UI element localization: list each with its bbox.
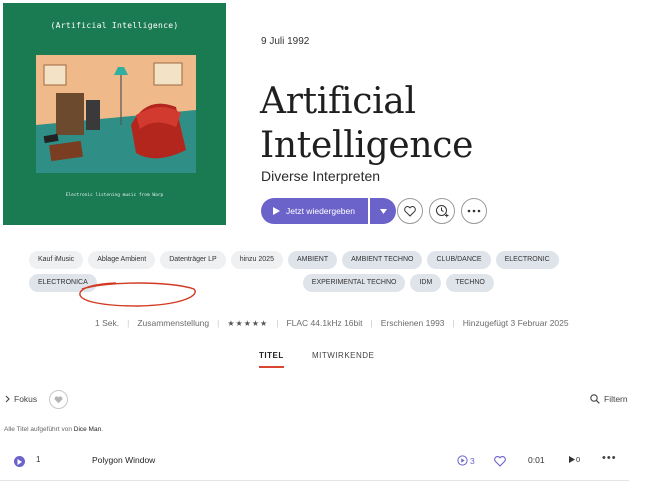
- tag-chip[interactable]: IDM: [410, 274, 442, 292]
- meta-added: Hinzugefügt 3 Februar 2025: [462, 318, 569, 328]
- tag-chip[interactable]: Kauf iMusic: [29, 251, 84, 269]
- album-title-line-1: Artificial: [260, 81, 416, 122]
- focus-favorite-button[interactable]: [49, 390, 68, 409]
- meta-format: FLAC 44.1kHz 16bit: [286, 318, 363, 328]
- play-small-icon: [569, 456, 575, 463]
- clock-add-icon: [436, 205, 449, 218]
- meta-released: Erschienen 1993: [380, 318, 445, 328]
- tag-chip[interactable]: AMBIENT TECHNO: [342, 251, 423, 269]
- track-favorite-button[interactable]: [494, 454, 506, 472]
- favorite-button[interactable]: [397, 198, 423, 224]
- heart-icon: [404, 205, 416, 217]
- tag-chip[interactable]: CLUB/DANCE: [427, 251, 491, 269]
- tag-chip[interactable]: TECHNO: [446, 274, 494, 292]
- annotation-ellipse: [79, 282, 196, 307]
- track-local-plays-value: 0: [576, 455, 581, 464]
- tag-chip[interactable]: EXPERIMENTAL TECHNO: [302, 274, 406, 292]
- tag-chip[interactable]: AMBIENT: [287, 251, 338, 269]
- album-title: Artificial Intelligence: [260, 80, 630, 168]
- play-icon: [273, 207, 280, 215]
- play-button-group: Jetzt wiedergeben: [261, 198, 396, 224]
- tag-chip[interactable]: ELECTRONIC: [495, 251, 559, 269]
- performer-link[interactable]: Dice Man: [74, 426, 101, 433]
- track-play-count[interactable]: 3: [457, 455, 475, 466]
- chevron-down-icon: [379, 208, 387, 214]
- release-date: 9 Juli 1992: [261, 36, 310, 47]
- play-now-button[interactable]: Jetzt wiedergeben: [261, 198, 368, 224]
- album-title-line-2: Intelligence: [260, 125, 474, 166]
- cover-subtitle: Electronic listening music from Warp: [65, 193, 164, 198]
- tag-chip[interactable]: Ablage Ambient: [88, 251, 156, 269]
- play-now-label: Jetzt wiedergeben: [286, 206, 355, 216]
- track-more-button[interactable]: •••: [602, 452, 617, 464]
- tab-mitwirkende[interactable]: MITWIRKENDE: [312, 351, 374, 360]
- album-metadata: 1 Sek. | Zusammenstellung | ★★★★★ | FLAC 44…: [95, 318, 569, 328]
- tag-chip[interactable]: hinzu 2025: [230, 251, 283, 269]
- performer-note-prefix: Alle Titel aufgeführt von: [4, 426, 74, 433]
- more-dots-icon: [467, 209, 481, 213]
- track-local-plays: 0: [569, 455, 580, 464]
- meta-type: Zusammenstellung: [137, 318, 210, 328]
- album-cover[interactable]: (Artificial Intelligence) Electronic lis…: [3, 3, 226, 225]
- cover-title: (Artificial Intelligence): [50, 21, 179, 30]
- tab-titel[interactable]: TITEL: [259, 351, 284, 368]
- divider: [0, 480, 629, 481]
- tag-chip[interactable]: Datenträger LP: [160, 251, 226, 269]
- more-options-button[interactable]: [461, 198, 487, 224]
- add-to-queue-button[interactable]: [429, 198, 455, 224]
- filter-button[interactable]: Filtern: [590, 394, 628, 404]
- meta-duration: 1 Sek.: [95, 318, 120, 328]
- track-row[interactable]: 1 Polygon Window 3 0:01 0 •••: [0, 448, 645, 476]
- track-duration: 0:01: [528, 455, 545, 465]
- performer-note: Alle Titel aufgeführt von Dice Man.: [4, 426, 103, 433]
- focus-label: Fokus: [14, 394, 38, 404]
- track-number: 1: [36, 455, 41, 464]
- play-icon: [17, 458, 22, 465]
- track-play-button[interactable]: [14, 456, 25, 467]
- performer-note-suffix: .: [101, 426, 104, 433]
- play-count-icon: [457, 455, 468, 466]
- search-icon: [590, 394, 600, 404]
- artist-name[interactable]: Diverse Interpreten: [261, 168, 380, 184]
- heart-icon: [494, 456, 506, 467]
- rating-stars[interactable]: ★★★★★: [227, 319, 268, 328]
- filter-label: Filtern: [604, 394, 628, 404]
- track-title[interactable]: Polygon Window: [92, 455, 155, 465]
- focus-toggle[interactable]: Fokus: [5, 394, 37, 404]
- track-play-count-value: 3: [470, 455, 475, 466]
- cover-artwork: [36, 55, 196, 173]
- chevron-right-icon: [5, 395, 10, 403]
- play-options-dropdown[interactable]: [370, 198, 396, 224]
- heart-icon: [54, 395, 63, 403]
